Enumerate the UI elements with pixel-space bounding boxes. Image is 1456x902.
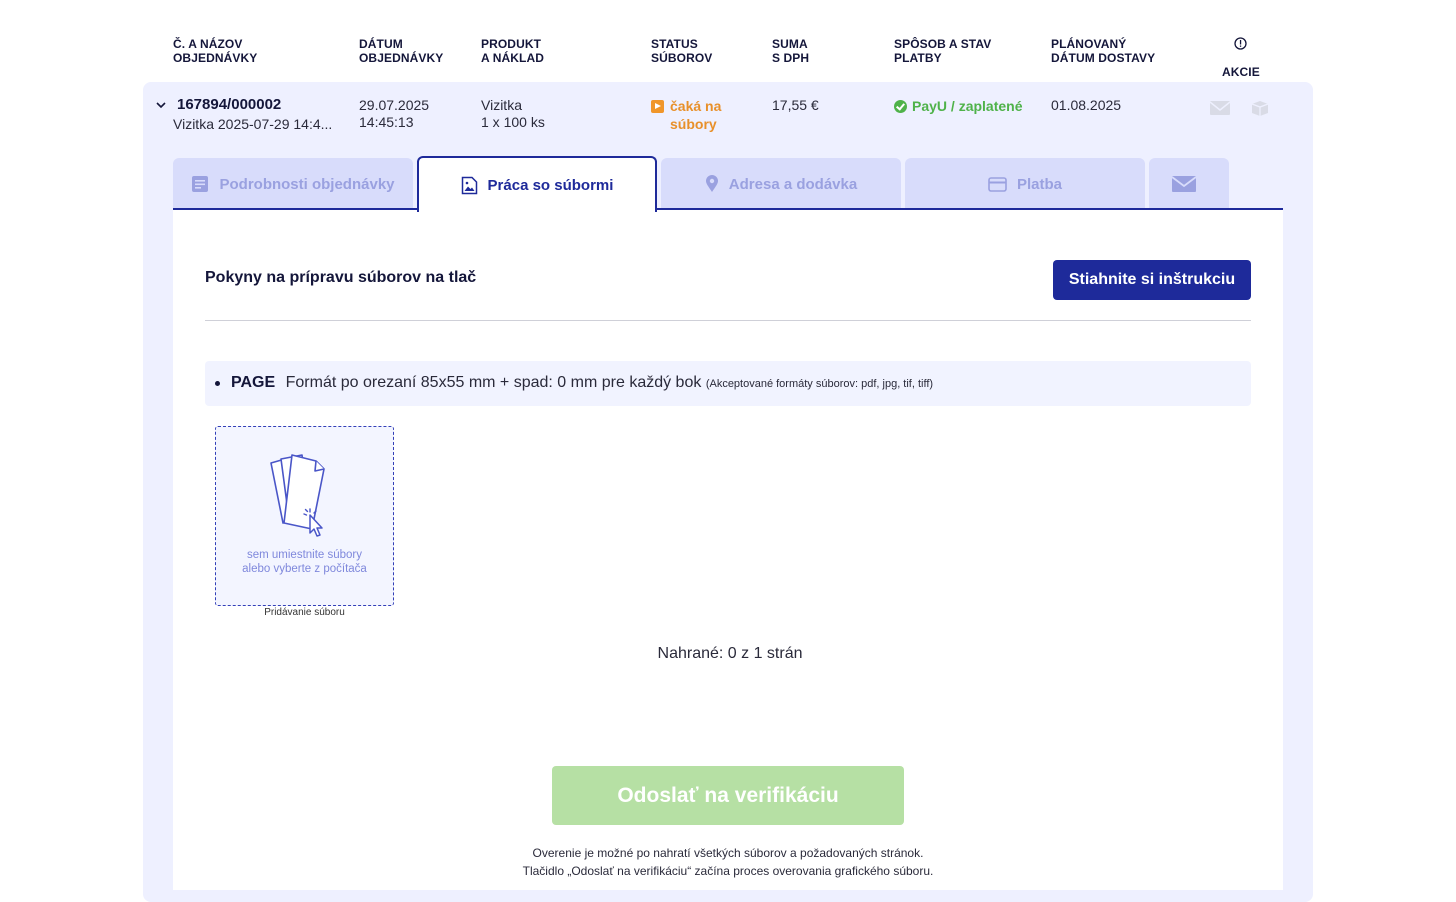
credit-card-icon [988,176,1007,192]
tab-address-delivery[interactable]: Adresa a dodávka [661,158,901,210]
order-date: 29.07.2025 [359,97,430,113]
order-time: 14:45:13 [359,114,414,130]
delivery-date: 01.08.2025 [1051,97,1122,113]
files-upload-icon [270,454,325,537]
dropzone-hint: sem umiestnite súbory alebo vyberte z po… [242,549,367,575]
tab-order-details[interactable]: Podrobnosti objednávky [173,158,413,210]
accepted-formats-note: (Akceptované formáty súborov: pdf, jpg, … [705,378,934,390]
bullet [215,381,220,386]
order-name: Vizitka 2025-07-29 14:4... [173,116,333,132]
format-info-text: PAGE Formát po orezaní 85x55 mm + spad: … [231,374,933,392]
orders-table-header: Č. A NÁZOV OBJEDNÁVKY DÁTUM OBJEDNÁVKY P… [0,0,1456,82]
file-status-line2: súbory [670,116,717,132]
header-sum: SUMA S DPH [772,37,810,65]
waiting-status-icon [651,100,664,113]
tabs-underline [173,208,1283,210]
image-file-icon [461,176,477,194]
dropzone-caption: Pridávanie súboru [264,607,345,618]
order-sum: 17,55 € [772,97,819,113]
tab-payment[interactable]: Platba [905,158,1145,210]
order-product: Vizitka [481,97,522,113]
send-to-verification-button[interactable]: Odoslať na verifikáciu [552,766,904,825]
instructions-title: Pokyny na prípravu súborov na tlač [205,269,477,286]
payment-status: PayU / zaplatené [912,98,1023,114]
tab-file-work[interactable]: Práca so súbormi [417,156,657,212]
order-number[interactable]: 167894/000002 [177,96,281,114]
order-quantity: 1 x 100 ks [481,114,545,130]
uploaded-count: Nahrané: 0 z 1 strán [657,645,803,662]
document-icon [192,176,209,192]
header-payment: SPÔSOB A STAV PLATBY [894,37,992,65]
chevron-down-icon[interactable] [155,99,167,111]
format-description: Formát po orezaní 85x55 mm + spad: 0 mm … [285,374,702,391]
info-circle-icon[interactable] [1233,37,1247,50]
file-dropzone[interactable] [215,426,394,606]
file-status-line1: čaká na [670,98,722,114]
envelope-icon [1171,176,1197,192]
header-file-status: STATUS SÚBOROV [651,37,713,65]
package-icon[interactable] [1249,99,1271,117]
header-delivery-date: PLÁNOVANÝ DÁTUM DOSTAVY [1051,37,1156,65]
location-pin-icon [705,175,718,192]
verification-note: Overenie je možné po nahratí všetkých sú… [522,846,934,878]
download-instructions-button[interactable]: Stiahnite si inštrukciu [1053,260,1251,300]
envelope-icon[interactable] [1209,99,1231,117]
tab-messages[interactable] [1149,158,1229,210]
divider [205,320,1251,321]
header-order-name: Č. A NÁZOV OBJEDNÁVKY [173,37,258,65]
header-product: PRODUKT A NÁKLAD [481,37,545,65]
header-order-date: DÁTUM OBJEDNÁVKY [359,37,444,65]
page-label: PAGE [231,374,276,391]
check-circle-icon [894,100,907,113]
